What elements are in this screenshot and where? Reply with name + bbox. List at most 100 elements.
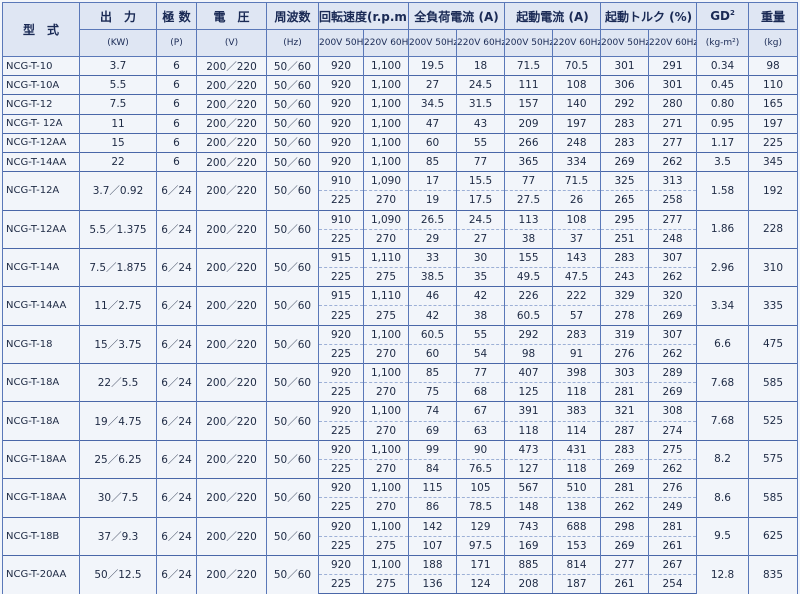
cell-stc-50: 118	[504, 420, 554, 441]
cell-gd2: 0.95	[696, 113, 750, 134]
cell-voltage: 200／220	[196, 209, 267, 249]
cell-torque-60: 275	[648, 439, 698, 460]
cell-voltage: 200／220	[196, 132, 267, 153]
table-header: 型 式 出 力 極 数 電 圧 周波数 回転速度(r.p.m) 全負荷電流 (A…	[2, 2, 799, 57]
cell-stc-60: 57	[552, 305, 602, 326]
cell-weight: 98	[748, 55, 799, 76]
cell-speed-60: 1,100	[362, 554, 410, 575]
cell-gd2: 0.45	[696, 75, 750, 95]
cell-torque-50: 269	[600, 535, 650, 556]
cell-flc-50: 99	[408, 439, 458, 460]
cell-speed-50: 920	[318, 516, 364, 537]
cell-speed-60: 270	[362, 190, 410, 210]
cell-model: NCG-T-12AA	[2, 132, 80, 153]
cell-torque-60: 271	[648, 113, 698, 134]
subheader-flc-60: 220V 60Hz	[456, 29, 506, 57]
cell-torque-50: 283	[600, 132, 650, 153]
motor-spec-table: 型 式 出 力 極 数 電 圧 周波数 回転速度(r.p.m) 全負荷電流 (A…	[2, 2, 799, 594]
cell-flc-50: 69	[408, 420, 458, 441]
cell-stc-60: 118	[552, 382, 602, 402]
cell-stc-60: 187	[552, 574, 602, 594]
table-row: NCG-T-18B 37／9.3 6／24 200／220 50／60 920 1,100 1…	[2, 516, 799, 556]
cell-flc-50: 142	[408, 516, 458, 537]
cell-speed-60: 1,110	[362, 286, 410, 306]
cell-output: 11／2.75	[79, 286, 157, 326]
cell-speed-60: 1,090	[362, 171, 410, 191]
cell-gd2: 8.6	[696, 478, 750, 517]
cell-voltage: 200／220	[196, 439, 267, 479]
cell-flc-50: 75	[408, 382, 458, 402]
cell-torque-60: 269	[648, 305, 698, 326]
table-row: NCG-T-18A 19／4.75 6／24 200／220 50／60 920 1,100…	[2, 401, 799, 441]
cell-torque-60: 276	[648, 478, 698, 498]
cell-stc-60: 383	[552, 401, 602, 422]
cell-torque-50: 243	[600, 267, 650, 287]
cell-speed-50: 920	[318, 401, 364, 422]
cell-frequency: 50／60	[266, 113, 319, 134]
cell-speed-50: 225	[318, 190, 364, 210]
table-body: NCG-T-10 3.7 6 200／220 50／60 920 1,100 19.5 18 71…	[2, 55, 799, 594]
cell-stc-60: 153	[552, 535, 602, 556]
cell-speed-60: 270	[362, 382, 410, 402]
cell-gd2: 2.96	[696, 247, 750, 287]
cell-speed-50: 920	[318, 324, 364, 345]
cell-voltage: 200／220	[196, 171, 267, 210]
cell-flc-60: 15.5	[456, 171, 506, 191]
table-row: NCG-T-10 3.7 6 200／220 50／60 920 1,100 19.5 18 71…	[2, 55, 799, 76]
cell-gd2: 12.8	[696, 554, 750, 594]
cell-speed-50: 920	[318, 113, 364, 134]
cell-model: NCG-T-18AA	[2, 439, 80, 479]
cell-stc-60: 334	[552, 151, 602, 172]
cell-stc-50: 125	[504, 382, 554, 402]
subheader-stc-60: 220V 60Hz	[552, 29, 602, 57]
cell-flc-60: 31.5	[456, 94, 506, 115]
cell-weight: 585	[748, 478, 799, 517]
cell-flc-50: 74	[408, 401, 458, 422]
cell-stc-60: 114	[552, 420, 602, 441]
cell-torque-50: 251	[600, 228, 650, 249]
cell-torque-60: 269	[648, 382, 698, 402]
cell-torque-50: 301	[600, 55, 650, 76]
cell-torque-60: 320	[648, 286, 698, 306]
cell-flc-50: 46	[408, 286, 458, 306]
cell-poles: 6／24	[156, 554, 197, 594]
cell-flc-60: 43	[456, 113, 506, 134]
cell-torque-60: 289	[648, 362, 698, 383]
cell-torque-60: 308	[648, 401, 698, 422]
cell-gd2: 1.86	[696, 209, 750, 249]
cell-model: NCG-T-18A	[2, 362, 80, 402]
cell-flc-50: 60	[408, 343, 458, 364]
cell-speed-50: 920	[318, 75, 364, 95]
cell-voltage: 200／220	[196, 362, 267, 402]
cell-torque-50: 321	[600, 401, 650, 422]
cell-stc-50: 77	[504, 171, 554, 191]
cell-stc-50: 266	[504, 132, 554, 153]
cell-flc-50: 38.5	[408, 267, 458, 287]
cell-stc-60: 26	[552, 190, 602, 210]
cell-poles: 6／24	[156, 171, 197, 210]
cell-stc-50: 365	[504, 151, 554, 172]
cell-torque-60: 313	[648, 171, 698, 191]
cell-torque-60: 262	[648, 343, 698, 364]
cell-voltage: 200／220	[196, 516, 267, 556]
cell-torque-60: 274	[648, 420, 698, 441]
cell-flc-60: 124	[456, 574, 506, 594]
cell-poles: 6	[156, 94, 197, 115]
cell-stc-50: 391	[504, 401, 554, 422]
cell-torque-50: 325	[600, 171, 650, 191]
cell-frequency: 50／60	[266, 516, 319, 556]
cell-speed-60: 1,100	[362, 75, 410, 95]
cell-flc-60: 76.5	[456, 458, 506, 479]
table-row: NCG-T- 12A 11 6 200／220 50／60 920 1,100 47 43 209…	[2, 113, 799, 134]
cell-gd2: 8.2	[696, 439, 750, 479]
cell-voltage: 200／220	[196, 554, 267, 594]
cell-flc-50: 85	[408, 151, 458, 172]
cell-torque-50: 319	[600, 324, 650, 345]
cell-weight: 335	[748, 286, 799, 326]
cell-frequency: 50／60	[266, 439, 319, 479]
cell-stc-60: 197	[552, 113, 602, 134]
cell-flc-50: 42	[408, 305, 458, 326]
cell-model: NCG-T-10	[2, 55, 80, 76]
cell-torque-60: 262	[648, 458, 698, 479]
header-frequency: 周波数	[266, 2, 319, 30]
